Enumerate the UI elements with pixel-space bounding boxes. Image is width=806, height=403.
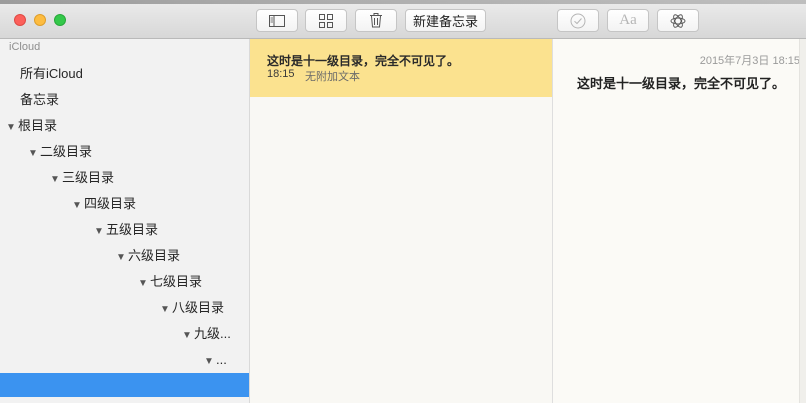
folder-label: 九级... — [194, 326, 231, 341]
share-icon — [670, 13, 686, 28]
folder-level-11-selected[interactable] — [0, 373, 249, 397]
editor-scrollbar[interactable] — [799, 39, 806, 403]
new-note-button[interactable]: 新建备忘录 — [405, 9, 486, 32]
attachments-browser-button[interactable] — [305, 9, 347, 32]
share-button[interactable] — [657, 9, 699, 32]
folder-label: ... — [216, 352, 227, 367]
format-icon: Aa — [619, 12, 637, 28]
zoom-button[interactable] — [54, 14, 66, 26]
disclosure-triangle-icon[interactable]: ▼ — [204, 351, 216, 373]
notes-list: 这时是十一级目录，完全不可见了。 18:15 无附加文本 — [250, 39, 553, 403]
disclosure-triangle-icon[interactable]: ▼ — [138, 273, 150, 295]
folder-label: 八级目录 — [172, 300, 225, 315]
disclosure-triangle-icon[interactable]: ▼ — [116, 247, 128, 269]
note-list-item[interactable]: 这时是十一级目录，完全不可见了。 18:15 无附加文本 — [250, 39, 552, 97]
folder-label: 根目录 — [18, 118, 58, 133]
folder-level-2[interactable]: ▼ 二级目录 — [28, 141, 92, 163]
disclosure-triangle-icon[interactable]: ▼ — [50, 169, 62, 191]
delete-note-button[interactable] — [355, 9, 397, 32]
disclosure-triangle-icon[interactable]: ▼ — [6, 117, 18, 139]
toggle-sidebar-button[interactable] — [256, 9, 298, 32]
folders-sidebar: iCloud 所有iCloud 备忘录 ▼ 根目录 ▼ 二级目录 ▼ 三级目录 ▼ 四级… — [0, 39, 250, 403]
folder-level-7[interactable]: ▼ 七级目录 — [138, 271, 202, 293]
note-time: 18:15 — [267, 68, 295, 80]
sidebar-icon — [269, 14, 285, 27]
note-editor[interactable]: 2015年7月3日 18:15 这时是十一级目录，完全不可见了。 — [553, 39, 806, 403]
disclosure-triangle-icon[interactable]: ▼ — [182, 325, 194, 347]
folder-label: 备忘录 — [20, 92, 60, 107]
checklist-button[interactable] — [557, 9, 599, 32]
close-button[interactable] — [14, 14, 26, 26]
note-title: 这时是十一级目录，完全不可见了。 — [267, 54, 460, 68]
note-preview: 无附加文本 — [305, 71, 360, 83]
disclosure-triangle-icon[interactable]: ▼ — [160, 299, 172, 321]
minimize-button[interactable] — [34, 14, 46, 26]
attachments-grid-icon — [319, 13, 333, 28]
folder-label: 五级目录 — [106, 222, 159, 237]
note-body-text[interactable]: 这时是十一级目录，完全不可见了。 — [577, 73, 785, 92]
disclosure-triangle-icon[interactable]: ▼ — [72, 195, 84, 217]
disclosure-triangle-icon[interactable]: ▼ — [94, 221, 106, 243]
folder-level-4[interactable]: ▼ 四级目录 — [72, 193, 136, 215]
format-button[interactable]: Aa — [607, 9, 649, 32]
folder-label: 三级目录 — [62, 170, 115, 185]
window-toolbar: 新建备忘录 Aa — [0, 0, 806, 39]
folder-label: 所有iCloud — [20, 66, 83, 81]
folder-root[interactable]: ▼ 根目录 — [6, 115, 57, 137]
account-section-title: iCloud — [9, 41, 41, 53]
folder-level-9[interactable]: ▼ 九级... — [182, 323, 231, 345]
folder-level-6[interactable]: ▼ 六级目录 — [116, 245, 180, 267]
folder-notes[interactable]: 备忘录 — [20, 89, 59, 111]
checklist-icon — [570, 13, 586, 28]
folder-level-8[interactable]: ▼ 八级目录 — [160, 297, 224, 319]
folder-label: 二级目录 — [40, 144, 93, 159]
folder-label: 四级目录 — [84, 196, 137, 211]
disclosure-triangle-icon[interactable]: ▼ — [28, 143, 40, 165]
folder-all-icloud[interactable]: 所有iCloud — [20, 63, 83, 85]
folder-level-10[interactable]: ▼... — [204, 349, 227, 371]
background-app-strip — [0, 0, 806, 4]
folder-label: 七级目录 — [150, 274, 203, 289]
folder-label: 六级目录 — [128, 248, 181, 263]
folder-level-5[interactable]: ▼ 五级目录 — [94, 219, 158, 241]
trash-icon — [370, 13, 382, 28]
new-note-label: 新建备忘录 — [412, 14, 478, 29]
note-date: 2015年7月3日 18:15 — [699, 55, 800, 67]
folder-level-3[interactable]: ▼ 三级目录 — [50, 167, 114, 189]
